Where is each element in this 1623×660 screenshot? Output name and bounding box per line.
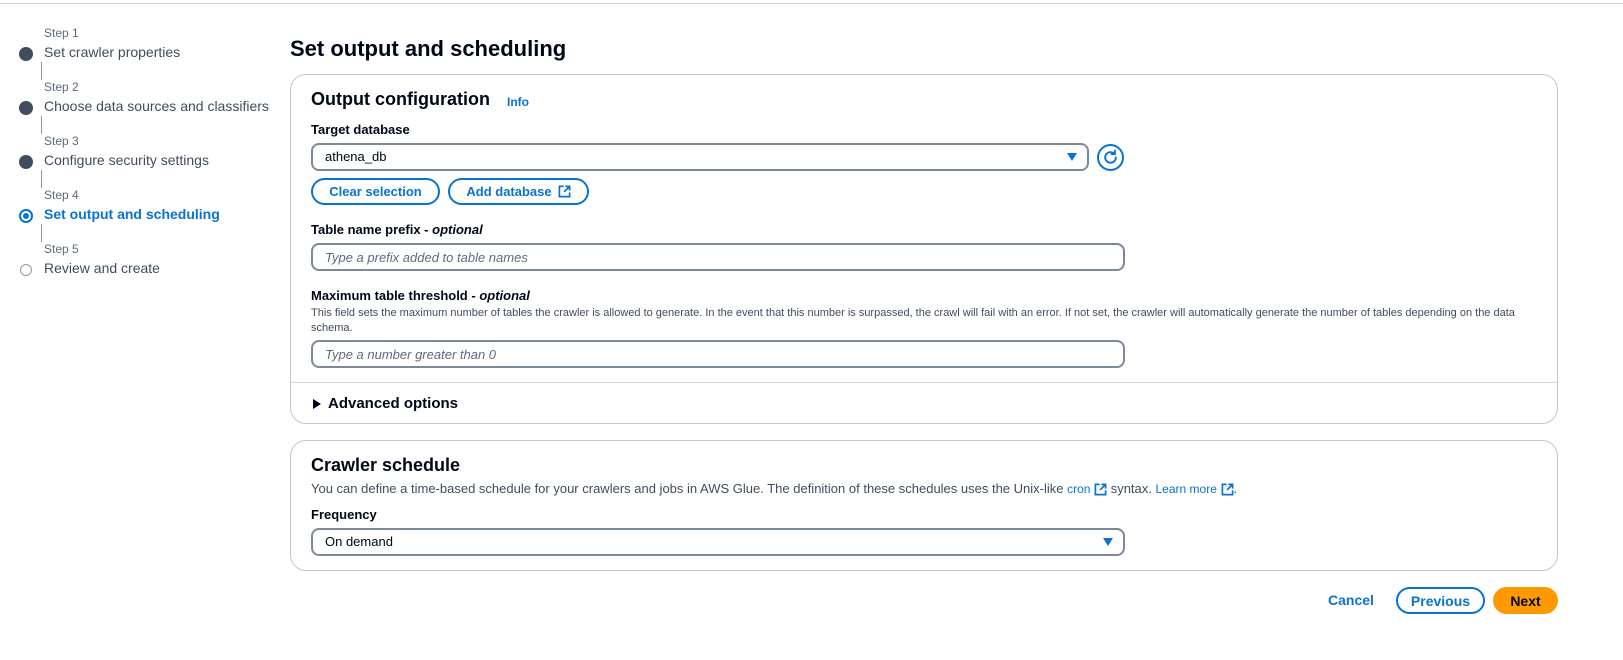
external-link-icon	[1094, 483, 1107, 496]
clear-selection-button[interactable]: Clear selection	[311, 178, 440, 205]
refresh-databases-button[interactable]	[1097, 144, 1124, 171]
previous-label: Previous	[1410, 592, 1471, 609]
step-1[interactable]: Step 1 Set crawler properties	[16, 26, 276, 80]
next-label: Next	[1510, 592, 1541, 609]
step-number: Step 1	[44, 26, 79, 40]
add-database-label: Add database	[466, 184, 552, 199]
step-current-icon	[19, 209, 33, 223]
max-threshold-description: This field sets the maximum number of ta…	[311, 307, 1515, 334]
section-divider	[291, 382, 1557, 383]
external-link-icon	[1221, 483, 1233, 496]
crawler-schedule-description: You can define a time-based schedule for…	[311, 481, 1238, 496]
step-complete-icon	[19, 101, 33, 115]
step-title: Set output and scheduling	[44, 206, 220, 222]
caret-right-icon	[313, 398, 321, 409]
step-number: Step 2	[44, 80, 79, 94]
cancel-button[interactable]: Cancel	[1328, 592, 1374, 608]
add-database-button[interactable]: Add database	[448, 178, 589, 205]
step-number: Step 5	[44, 242, 79, 256]
crawler-schedule-heading: Crawler schedule	[311, 455, 461, 475]
next-button[interactable]: Next	[1493, 587, 1558, 614]
info-link[interactable]: Info	[507, 95, 529, 109]
cron-link[interactable]: cron	[1067, 482, 1090, 496]
output-configuration-panel: Output configuration Info Target databas…	[290, 74, 1558, 424]
step-future-icon	[20, 264, 32, 276]
target-database-label: Target database	[311, 122, 410, 137]
caret-down-icon	[1103, 538, 1113, 546]
page-title: Set output and scheduling	[290, 36, 567, 61]
step-5: Step 5 Review and create	[16, 242, 276, 296]
external-link-icon	[558, 185, 571, 198]
advanced-options-label: Advanced options	[328, 395, 459, 412]
target-database-value: athena_db	[325, 149, 387, 164]
target-database-select[interactable]: athena_db	[311, 143, 1089, 171]
step-number: Step 4	[44, 188, 79, 202]
table-prefix-label: Table name prefix - optional	[311, 222, 483, 237]
step-title: Review and create	[44, 260, 160, 276]
step-4: Step 4 Set output and scheduling	[16, 188, 276, 242]
step-3[interactable]: Step 3 Configure security settings	[16, 134, 276, 188]
frequency-label: Frequency	[311, 507, 377, 522]
table-prefix-input[interactable]	[311, 243, 1125, 271]
crawler-schedule-panel: Crawler schedule You can define a time-b…	[290, 440, 1558, 571]
top-divider	[0, 3, 1623, 4]
step-title: Configure security settings	[44, 152, 209, 168]
max-threshold-label: Maximum table threshold - optional	[311, 288, 530, 303]
previous-button[interactable]: Previous	[1396, 587, 1485, 614]
step-title: Choose data sources and classifiers	[44, 98, 269, 114]
frequency-value: On demand	[325, 534, 393, 549]
step-complete-icon	[19, 47, 33, 61]
learn-more-link[interactable]: Learn more	[1156, 482, 1217, 496]
max-threshold-input[interactable]	[311, 340, 1125, 368]
clear-selection-label: Clear selection	[329, 184, 422, 199]
step-complete-icon	[19, 155, 33, 169]
advanced-options-toggle[interactable]: Advanced options	[313, 395, 458, 412]
output-configuration-heading: Output configuration	[311, 89, 490, 109]
step-title: Set crawler properties	[44, 44, 181, 60]
step-number: Step 3	[44, 134, 79, 148]
step-2[interactable]: Step 2 Choose data sources and classifie…	[16, 80, 276, 134]
caret-down-icon	[1067, 153, 1077, 161]
refresh-icon	[1104, 149, 1117, 164]
frequency-select[interactable]: On demand	[311, 528, 1125, 556]
